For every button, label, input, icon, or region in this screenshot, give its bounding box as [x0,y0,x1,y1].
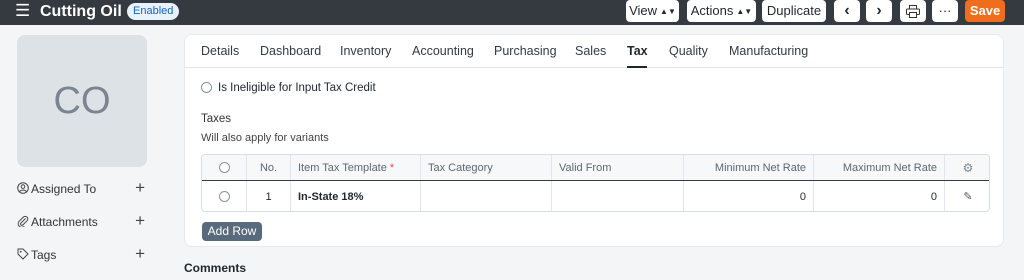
tab-accounting[interactable]: Accounting [412,44,474,58]
sidebar-item-label: Tags [31,248,57,262]
plus-icon[interactable]: + [135,245,145,262]
actions-button[interactable]: Actions ▲▼ [687,0,756,22]
printer-icon [906,5,920,18]
tab-inventory[interactable]: Inventory [340,44,391,58]
chevron-left-icon: ‹ [844,2,850,19]
pencil-icon[interactable]: ✎ [963,190,972,203]
comments-heading: Comments [184,261,247,275]
cell-no: 1 [247,181,291,211]
plus-icon[interactable]: + [135,212,145,229]
view-button-label: View [629,3,658,18]
tag-icon [17,248,29,262]
select-all-cell[interactable] [202,155,247,180]
cell-tax-category[interactable] [421,181,552,211]
status-badge: Enabled [127,3,180,20]
sidebar-item-attachments[interactable]: Attachments + [17,212,147,231]
sidebar-item-label: Attachments [31,215,98,229]
column-header-tax-category: Tax Category [421,155,552,180]
column-settings-cell[interactable]: ⚙ [945,155,989,180]
caret-updown-icon: ▲▼ [660,7,676,16]
duplicate-button[interactable]: Duplicate [762,0,826,22]
print-button[interactable] [900,0,926,22]
tab-details[interactable]: Details [201,44,239,58]
gear-icon[interactable]: ⚙ [963,161,974,175]
taxes-section-description: Will also apply for variants [201,132,329,144]
save-button[interactable]: Save [965,0,1005,22]
previous-record-button[interactable]: ‹ [834,0,860,22]
column-header-maximum-net-rate: Maximum Net Rate [814,155,945,180]
row-select-checkbox[interactable] [218,191,230,202]
cell-item-tax-template[interactable]: In-State 18% [291,181,421,211]
column-header-no: No. [247,155,291,180]
page-title: Cutting Oil [40,3,122,20]
hamburger-menu-icon[interactable]: ☰ [15,2,31,19]
paperclip-icon [17,215,29,229]
ellipsis-icon: ··· [938,3,952,18]
tab-bar: Details Dashboard Inventory Accounting P… [185,35,1003,68]
taxes-section-label: Taxes [201,113,232,125]
column-header-minimum-net-rate: Minimum Net Rate [684,155,814,180]
avatar[interactable]: CO [17,35,147,167]
plus-icon[interactable]: + [135,179,145,196]
form-card: Details Dashboard Inventory Accounting P… [184,34,1004,247]
tab-manufacturing[interactable]: Manufacturing [729,44,808,58]
top-toolbar: ☰ Cutting Oil Enabled View ▲▼ Actions ▲▼ D… [0,0,1024,25]
caret-updown-icon: ▲▼ [736,7,753,16]
tab-dashboard[interactable]: Dashboard [260,44,321,58]
view-button[interactable]: View ▲▼ [626,0,679,22]
more-options-button[interactable]: ··· [932,0,958,22]
column-header-item-tax-template: Item Tax Template * [291,155,421,180]
taxes-table: No. Item Tax Template * Tax Category Vali… [201,154,990,212]
table-header-row: No. Item Tax Template * Tax Category Vali… [202,155,989,181]
column-header-valid-from: Valid From [552,155,684,180]
table-row[interactable]: 1 In-State 18% 0 0 ✎ [202,181,989,211]
active-tab-indicator [627,66,647,68]
row-select-cell[interactable] [202,181,247,211]
required-asterisk: * [389,161,395,174]
select-all-checkbox[interactable] [218,162,230,173]
checkbox-circle[interactable] [201,82,212,93]
sidebar-item-label: Assigned To [31,182,97,196]
chevron-right-icon: › [876,2,882,19]
checkbox-label: Is Ineligible for Input Tax Credit [218,82,376,94]
tab-tax[interactable]: Tax [627,44,648,58]
sidebar-item-tags[interactable]: Tags + [17,245,147,264]
actions-button-label: Actions [690,3,734,18]
cell-valid-from[interactable] [552,181,684,211]
tab-purchasing[interactable]: Purchasing [494,44,557,58]
tab-sales[interactable]: Sales [575,44,606,58]
next-record-button[interactable]: › [866,0,892,22]
add-row-button[interactable]: Add Row [202,222,262,241]
sidebar-item-assigned-to[interactable]: Assigned To + [17,179,147,198]
column-header-label: Item Tax Template [298,161,387,174]
tab-quality[interactable]: Quality [669,44,708,58]
user-circle-icon [17,182,29,196]
cell-maximum-net-rate[interactable]: 0 [814,181,945,211]
cell-minimum-net-rate[interactable]: 0 [684,181,814,211]
row-edit-cell[interactable]: ✎ [945,181,989,211]
